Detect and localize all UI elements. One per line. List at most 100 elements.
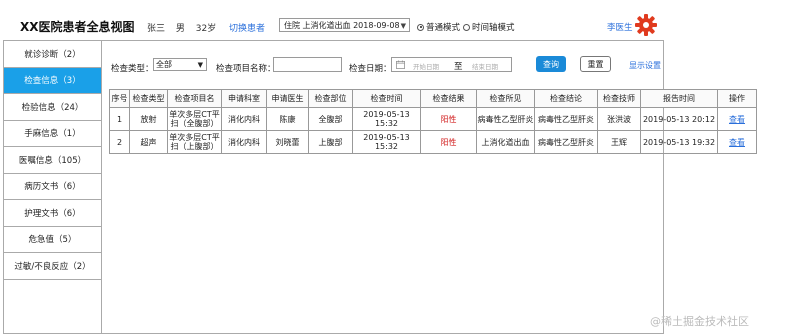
cell-result: 阳性 (420, 130, 477, 154)
sidebar-item-label: 过敏/不良反应（2） (14, 261, 91, 272)
mode-normal-radio[interactable]: 普通模式 (417, 21, 460, 33)
table-row[interactable]: 1 放射 单次多层CT平扫（全腹部） 消化内科 陈康 全腹部 2019-05-1… (109, 107, 757, 131)
date-range-separator: 至 (454, 62, 463, 72)
exam-table: 序号 检查类型 检查项目名 申请科室 申请医生 检查部位 检查时间 检查结果 检… (109, 89, 757, 154)
sidebar-item-medical-records[interactable]: 病历文书（6） (4, 174, 101, 200)
patient-name: 张三 (147, 24, 166, 34)
sidebar-item-label: 就诊诊断（2） (24, 49, 81, 60)
column-header: 申请科室 (221, 89, 267, 108)
column-header: 检查结果 (420, 89, 477, 108)
sidebar-item-label: 检查信息（3） (24, 76, 81, 87)
cell-action: 查看 (717, 107, 757, 131)
end-date-placeholder[interactable]: 结束日期 (472, 61, 498, 71)
sidebar-item-diagnosis[interactable]: 就诊诊断（2） (4, 41, 101, 68)
column-header: 申请医生 (266, 89, 309, 108)
cell-finding: 病毒性乙型肝炎 (476, 107, 535, 131)
app-window: XX医院患者全息视图 张三 男 32岁 切换患者 住院 上消化道出血 2018-… (0, 0, 797, 336)
cell-report-time: 2019-05-13 20:12 (640, 107, 718, 131)
column-header: 检查部位 (308, 89, 353, 108)
filter-bar: 检查类型： 全部 ▼ 检查项目名称： 检查日期： 开始日期 至 结束日期 查询 (102, 41, 664, 81)
query-button[interactable]: 查询 (536, 56, 566, 72)
sidebar: 就诊诊断（2） 检查信息（3） 检验信息（24） 手麻信息（1） 医嘱信息（10… (3, 40, 102, 334)
mode-timeline-label: 时间轴模式 (472, 23, 515, 33)
cell-doctor: 陈康 (266, 107, 309, 131)
mode-timeline-radio[interactable]: 时间轴模式 (463, 21, 515, 33)
header-bar: XX医院患者全息视图 张三 男 32岁 切换患者 住院 上消化道出血 2018-… (0, 10, 664, 40)
cell-tech: 王辉 (597, 130, 641, 154)
cell-no: 1 (109, 107, 130, 131)
column-header: 操作 (717, 89, 757, 108)
cell-conclusion: 病毒性乙型肝炎 (534, 130, 598, 154)
radio-unselected-icon (463, 23, 470, 31)
cell-doctor: 刘晓蕾 (266, 130, 309, 154)
sidebar-item-label: 护理文书（6） (24, 208, 81, 219)
exam-name-input[interactable] (273, 57, 342, 72)
cell-time: 2019-05-13 15:32 (352, 130, 421, 154)
cell-finding: 上消化道出血 (476, 130, 535, 154)
cell-type: 超声 (129, 130, 168, 154)
patient-age: 32岁 (195, 24, 217, 34)
cell-time: 2019-05-13 15:32 (352, 107, 421, 131)
cell-part: 上腹部 (308, 130, 353, 154)
sidebar-item-nursing-records[interactable]: 护理文书（6） (4, 200, 101, 227)
cell-conclusion: 病毒性乙型肝炎 (534, 107, 598, 131)
exam-type-select[interactable]: 全部 ▼ (153, 58, 207, 71)
doctor-name[interactable]: 李医生 (607, 21, 633, 33)
exam-date-label: 检查日期： (349, 64, 392, 74)
cell-result: 阳性 (420, 107, 477, 131)
sidebar-item-label: 病历文书（6） (24, 182, 81, 193)
cell-part: 全腹部 (308, 107, 353, 131)
sidebar-item-anesthesia[interactable]: 手麻信息（1） (4, 121, 101, 147)
sidebar-item-label: 医嘱信息（105） (18, 155, 87, 166)
radio-selected-icon (417, 23, 424, 31)
patient-gender: 男 (175, 24, 185, 34)
cell-item: 单次多层CT平扫（全腹部） (167, 107, 222, 131)
visit-select[interactable]: 住院 上消化道出血 2018-09-08 ▼ (279, 18, 410, 32)
show-settings-link[interactable]: 显示设置 (629, 60, 661, 71)
switch-patient-link[interactable]: 切换患者 (229, 21, 265, 34)
exam-name-label: 检查项目名称： (216, 64, 276, 74)
chevron-down-icon: ▼ (400, 22, 406, 30)
cell-action: 查看 (717, 130, 757, 154)
mode-normal-label: 普通模式 (426, 23, 461, 33)
sidebar-item-exam[interactable]: 检查信息（3） (4, 67, 101, 94)
column-header: 检查类型 (129, 89, 168, 108)
gear-icon[interactable] (634, 13, 658, 37)
cell-no: 2 (109, 130, 130, 154)
visit-select-value: 住院 上消化道出血 2018-09-08 (284, 21, 400, 30)
sidebar-item-orders[interactable]: 医嘱信息（105） (4, 147, 101, 174)
patient-info: 张三 男 32岁 (147, 21, 224, 34)
start-date-placeholder[interactable]: 开始日期 (413, 61, 439, 71)
chevron-down-icon: ▼ (197, 61, 203, 69)
calendar-icon (396, 60, 405, 69)
column-header: 检查项目名 (167, 89, 222, 108)
view-link[interactable]: 查看 (729, 138, 745, 147)
sidebar-item-lab[interactable]: 检验信息（24） (4, 94, 101, 121)
app-title: XX医院患者全息视图 (20, 20, 135, 34)
sidebar-item-label: 危急值（5） (28, 235, 77, 246)
cell-item: 单次多层CT平扫（上腹部） (167, 130, 222, 154)
sidebar-item-label: 手麻信息（1） (24, 129, 81, 140)
table-header-row: 序号 检查类型 检查项目名 申请科室 申请医生 检查部位 检查时间 检查结果 检… (109, 89, 757, 108)
exam-date-range[interactable]: 开始日期 至 结束日期 (391, 57, 512, 72)
watermark: @稀土掘金技术社区 (650, 315, 749, 328)
column-header: 序号 (109, 89, 130, 108)
table-row[interactable]: 2 超声 单次多层CT平扫（上腹部） 消化内科 刘晓蕾 上腹部 2019-05-… (109, 130, 757, 154)
cell-tech: 张洪波 (597, 107, 641, 131)
cell-report-time: 2019-05-13 19:32 (640, 130, 718, 154)
column-header: 检查技师 (597, 89, 641, 108)
exam-type-label: 检查类型： (111, 64, 154, 74)
cell-dept: 消化内科 (221, 107, 267, 131)
cell-type: 放射 (129, 107, 168, 131)
reset-button[interactable]: 重置 (580, 56, 611, 72)
exam-type-value: 全部 (156, 60, 172, 69)
main-content: 检查类型： 全部 ▼ 检查项目名称： 检查日期： 开始日期 至 结束日期 查询 (102, 40, 757, 334)
cell-dept: 消化内科 (221, 130, 267, 154)
column-header: 报告时间 (640, 89, 718, 108)
column-header: 检查结论 (534, 89, 598, 108)
sidebar-item-critical-values[interactable]: 危急值（5） (4, 227, 101, 253)
column-header: 检查时间 (352, 89, 421, 108)
view-link[interactable]: 查看 (729, 115, 745, 124)
sidebar-item-allergy[interactable]: 过敏/不良反应（2） (4, 253, 101, 280)
sidebar-item-label: 检验信息（24） (21, 102, 84, 113)
